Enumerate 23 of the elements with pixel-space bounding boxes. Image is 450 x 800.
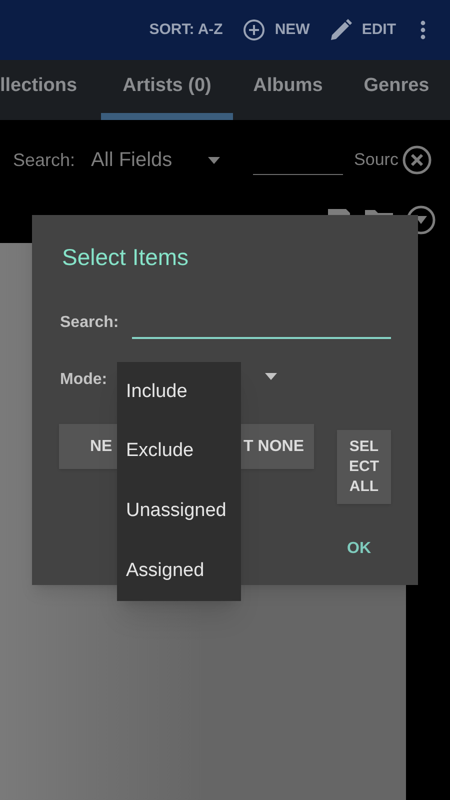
menu-item[interactable]: Unassigned bbox=[117, 482, 241, 542]
caret-icon bbox=[265, 373, 277, 380]
search-label: Search: bbox=[13, 148, 76, 172]
menu-item[interactable]: Include bbox=[117, 362, 241, 422]
tab[interactable]: llections bbox=[0, 60, 101, 120]
more-icon[interactable] bbox=[420, 20, 426, 40]
ok-button[interactable]: OK bbox=[347, 537, 371, 561]
tab[interactable]: Genres bbox=[343, 60, 450, 120]
source-label: Sourc bbox=[354, 149, 400, 172]
edit-button[interactable]: EDIT bbox=[330, 18, 396, 42]
menu-item[interactable]: Assigned bbox=[117, 541, 241, 601]
new-button[interactable]: NEW bbox=[242, 18, 310, 42]
close-icon[interactable] bbox=[402, 145, 432, 175]
select-all-button[interactable]: SELECT ALL bbox=[337, 430, 391, 504]
dialog-title: Select Items bbox=[62, 243, 189, 272]
plus-circle-icon bbox=[242, 19, 265, 41]
caret-icon bbox=[208, 156, 220, 164]
field-dropdown[interactable]: All Fields bbox=[91, 145, 232, 175]
pencil-icon bbox=[330, 19, 352, 41]
search-label: Search: bbox=[60, 313, 119, 333]
tab[interactable]: Albums bbox=[233, 60, 343, 120]
sort-button[interactable]: SORT: A-Z bbox=[149, 18, 223, 42]
mode-label: Mode: bbox=[60, 370, 108, 390]
